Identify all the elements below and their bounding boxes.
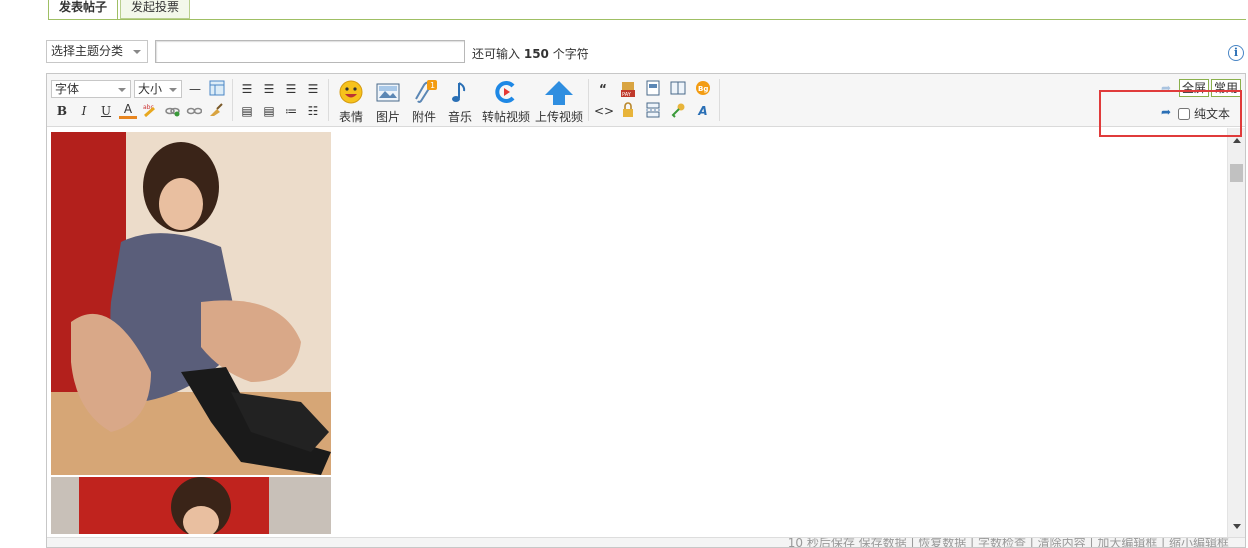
chevron-down-icon xyxy=(169,88,177,92)
scroll-down-icon[interactable] xyxy=(1233,524,1241,529)
paid-content-icon[interactable]: PAY xyxy=(619,80,637,98)
code-icon[interactable]: <> xyxy=(594,102,614,120)
statusbar-text: 10 秒后保存 保存数据 | 恢复数据 | 字数检查 | 清除内容 | 加大编辑… xyxy=(787,537,1229,547)
font-size-select[interactable]: 大小 xyxy=(134,80,182,98)
char-counter-value: 150 xyxy=(523,47,549,61)
image-label: 图片 xyxy=(375,110,400,124)
password-key-icon[interactable] xyxy=(669,102,687,120)
inserted-photo xyxy=(51,132,331,475)
columns-icon[interactable] xyxy=(669,80,687,98)
inserted-photo xyxy=(51,477,331,534)
char-counter: 还可输入 150 个字符 xyxy=(472,45,589,62)
attachment-button[interactable]: 1 附件 xyxy=(408,79,440,125)
smiley-icon xyxy=(339,80,363,104)
quote-icon[interactable]: “ xyxy=(594,80,612,98)
float-left-icon[interactable]: ▤ xyxy=(238,102,256,120)
link-icon[interactable] xyxy=(163,102,181,120)
toolbar-separator xyxy=(588,79,589,121)
page-break-icon[interactable] xyxy=(644,102,662,120)
smiley-label: 表情 xyxy=(338,110,363,124)
paperclip-icon: 1 xyxy=(415,80,437,103)
rich-text-editor: 字体 大小 — B I U A abc ☰ ☰ ☰ ☰ ▤ ▤ ≔ ☷ 表情 图… xyxy=(46,73,1246,548)
tab-new-post[interactable]: 发表帖子 xyxy=(48,0,119,20)
scroll-up-icon[interactable] xyxy=(1233,138,1241,143)
toolbar-separator xyxy=(328,79,329,121)
table-icon[interactable] xyxy=(208,80,226,98)
chevron-down-icon xyxy=(133,50,141,54)
category-select[interactable]: 选择主题分类 xyxy=(46,40,148,63)
background-icon[interactable]: Bg xyxy=(694,80,712,98)
lock-icon[interactable] xyxy=(619,102,637,120)
clear-format-icon[interactable] xyxy=(207,102,225,120)
music-label: 音乐 xyxy=(447,110,472,124)
tab-new-poll[interactable]: 发起投票 xyxy=(120,0,191,19)
svg-text:1: 1 xyxy=(430,81,435,90)
font-size-label: 大小 xyxy=(138,82,163,96)
title-input[interactable] xyxy=(155,40,465,63)
smiley-button[interactable]: 表情 xyxy=(334,79,368,125)
tab-divider xyxy=(48,19,1246,20)
editor-scrollbar[interactable] xyxy=(1227,128,1245,537)
category-select-label: 选择主题分类 xyxy=(51,44,124,58)
attachment-label: 附件 xyxy=(411,110,436,124)
char-counter-prefix: 还可输入 xyxy=(472,47,521,61)
ordered-list-icon[interactable]: ≔ xyxy=(282,102,300,120)
plaintext-highlight-box xyxy=(1099,90,1242,137)
music-button[interactable]: 音乐 xyxy=(444,79,476,125)
underline-icon[interactable]: U xyxy=(97,102,115,120)
spellcheck-icon[interactable]: abc xyxy=(141,102,159,120)
float-right-icon[interactable]: ▤ xyxy=(260,102,278,120)
svg-text:Bg: Bg xyxy=(698,85,708,93)
repost-video-label: 转帖视频 xyxy=(481,110,530,124)
editor-toolbar: 字体 大小 — B I U A abc ☰ ☰ ☰ ☰ ▤ ▤ ≔ ☷ 表情 图… xyxy=(47,74,1245,127)
italic-icon[interactable]: I xyxy=(75,102,93,120)
toolbar-separator xyxy=(719,79,720,121)
chevron-down-icon xyxy=(118,88,126,92)
video-link-icon xyxy=(495,81,515,103)
font-color-icon[interactable]: A xyxy=(119,102,137,119)
free-content-icon[interactable] xyxy=(644,80,662,98)
info-icon[interactable]: i xyxy=(1228,45,1244,61)
align-left-icon[interactable]: ☰ xyxy=(238,80,256,98)
editor-content-area[interactable] xyxy=(47,128,1245,537)
toolbar-separator xyxy=(232,79,233,121)
font-style-icon[interactable]: A xyxy=(694,102,712,120)
post-type-tabs: 发表帖子 发起投票 xyxy=(48,0,191,20)
unordered-list-icon[interactable]: ☷ xyxy=(304,102,322,120)
unlink-icon[interactable] xyxy=(185,102,203,120)
image-button[interactable]: 图片 xyxy=(372,79,404,125)
align-center-icon[interactable]: ☰ xyxy=(260,80,278,98)
upload-arrow-icon xyxy=(545,81,573,105)
horizontal-rule-icon[interactable]: — xyxy=(186,80,204,98)
editor-statusbar: 10 秒后保存 保存数据 | 恢复数据 | 字数检查 | 清除内容 | 加大编辑… xyxy=(47,537,1245,547)
music-note-icon xyxy=(452,82,466,102)
repost-video-button[interactable]: 转帖视频 xyxy=(480,79,532,125)
image-icon xyxy=(376,83,400,102)
bold-icon[interactable]: B xyxy=(53,102,71,120)
font-family-select[interactable]: 字体 xyxy=(51,80,131,98)
font-family-label: 字体 xyxy=(55,82,80,96)
align-justify-icon[interactable]: ☰ xyxy=(282,80,300,98)
post-editor-page: 发表帖子 发起投票 选择主题分类 还可输入 150 个字符 i 字体 大小 — xyxy=(0,0,1248,548)
svg-text:PAY: PAY xyxy=(622,92,632,98)
upload-video-label: 上传视频 xyxy=(534,110,583,124)
upload-video-button[interactable]: 上传视频 xyxy=(534,79,584,125)
char-counter-suffix: 个字符 xyxy=(552,47,589,61)
align-right-icon[interactable]: ☰ xyxy=(304,80,322,98)
scroll-thumb[interactable] xyxy=(1230,164,1243,182)
